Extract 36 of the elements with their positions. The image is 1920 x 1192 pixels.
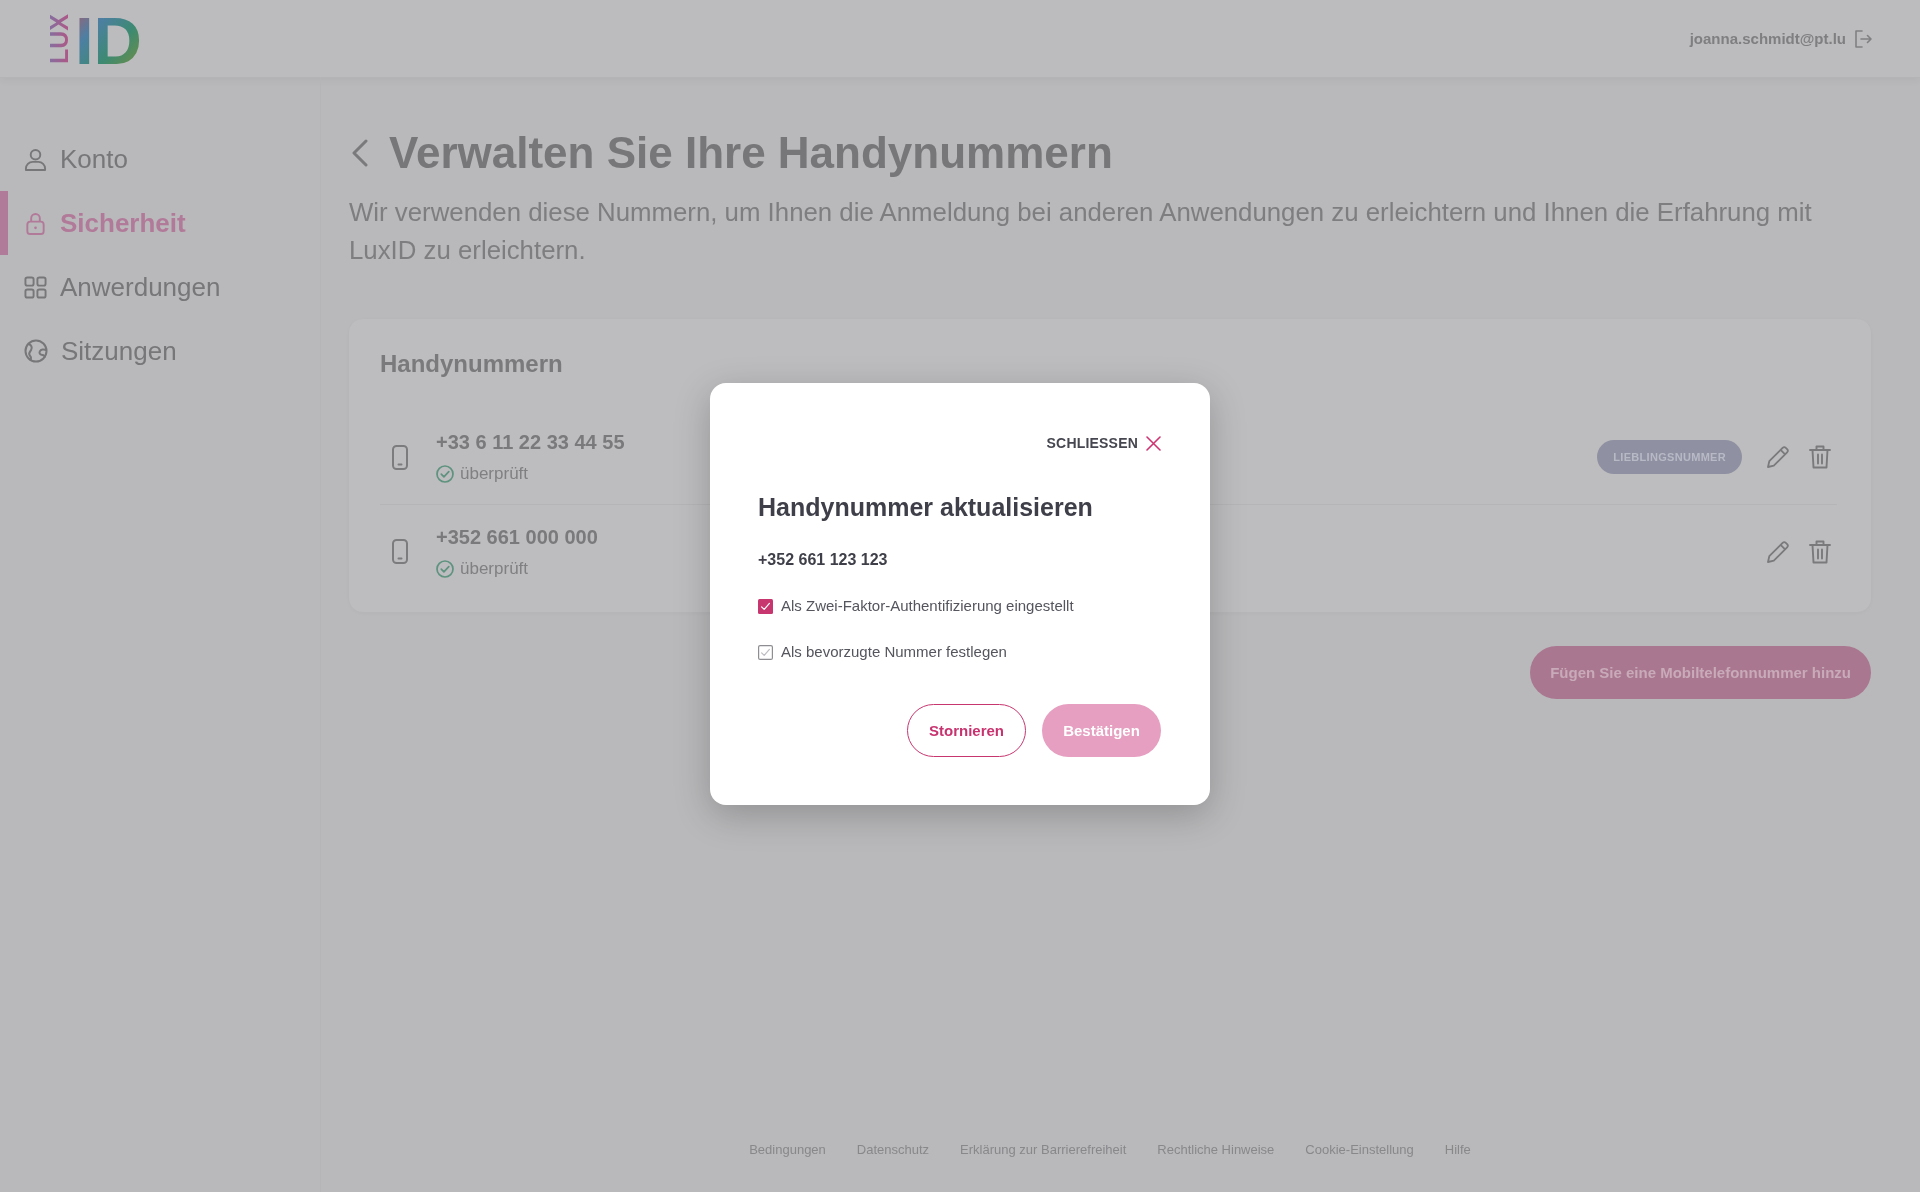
status-text: überprüft [460, 557, 529, 580]
user-email: joanna.schmidt@pt.lu [1689, 30, 1846, 47]
back-icon[interactable] [352, 139, 368, 167]
checkbox-label: Als Zwei-Faktor-Authentifizierung eingestellt [781, 596, 1074, 616]
edit-icon[interactable] [1766, 539, 1790, 564]
check-circle-icon [436, 559, 454, 578]
edit-icon[interactable] [1766, 445, 1790, 469]
sidebar-item[interactable]: Sitzungen [0, 319, 320, 383]
cancel-button[interactable]: Stornieren [907, 704, 1026, 757]
mobile-phone-icon [392, 444, 408, 470]
mobile-phone-icon [392, 539, 408, 564]
phone-number: +352 661 000 000 [436, 524, 598, 550]
grid-icon [24, 275, 47, 299]
status-text: überprüft [460, 463, 529, 485]
card-title: Handynummern [380, 349, 564, 379]
page-title: Verwalten Sie Ihre Handynummern [389, 127, 1113, 179]
checkbox-label: Als bevorzugte Nummer festlegen [781, 642, 1007, 662]
dialog-phone-number: +352 661 123 123 [758, 550, 889, 570]
sidebar-item[interactable]: Sicherheit [0, 191, 320, 255]
dialog-title: Handynummer aktualisieren [758, 492, 1094, 523]
sidebar-item[interactable]: Konto [0, 127, 320, 191]
checkbox[interactable] [758, 598, 773, 614]
logout-icon[interactable] [1855, 29, 1872, 48]
phone-number: +33 6 11 22 33 44 55 [436, 430, 625, 455]
globe-icon [24, 339, 48, 363]
checkbox[interactable] [758, 644, 773, 660]
page-description: Wir verwenden diese Nummern, um Ihnen die Anmeldung bei anderen Anwendungen zu erleichtern und Ihnen die Erfahrung mit LuxID zu erleichtern. [349, 197, 1813, 266]
close-icon [1146, 435, 1161, 451]
person-icon [24, 147, 47, 171]
sidebar-item[interactable]: Anwerdungen [0, 255, 320, 319]
trash-icon[interactable] [1809, 539, 1831, 564]
close-button[interactable]: SCHLIESSEN [1046, 434, 1161, 452]
lock-icon [24, 211, 47, 235]
logo: LUX ID [47, 10, 143, 67]
check-circle-icon [436, 465, 454, 483]
trash-icon[interactable] [1809, 445, 1831, 469]
